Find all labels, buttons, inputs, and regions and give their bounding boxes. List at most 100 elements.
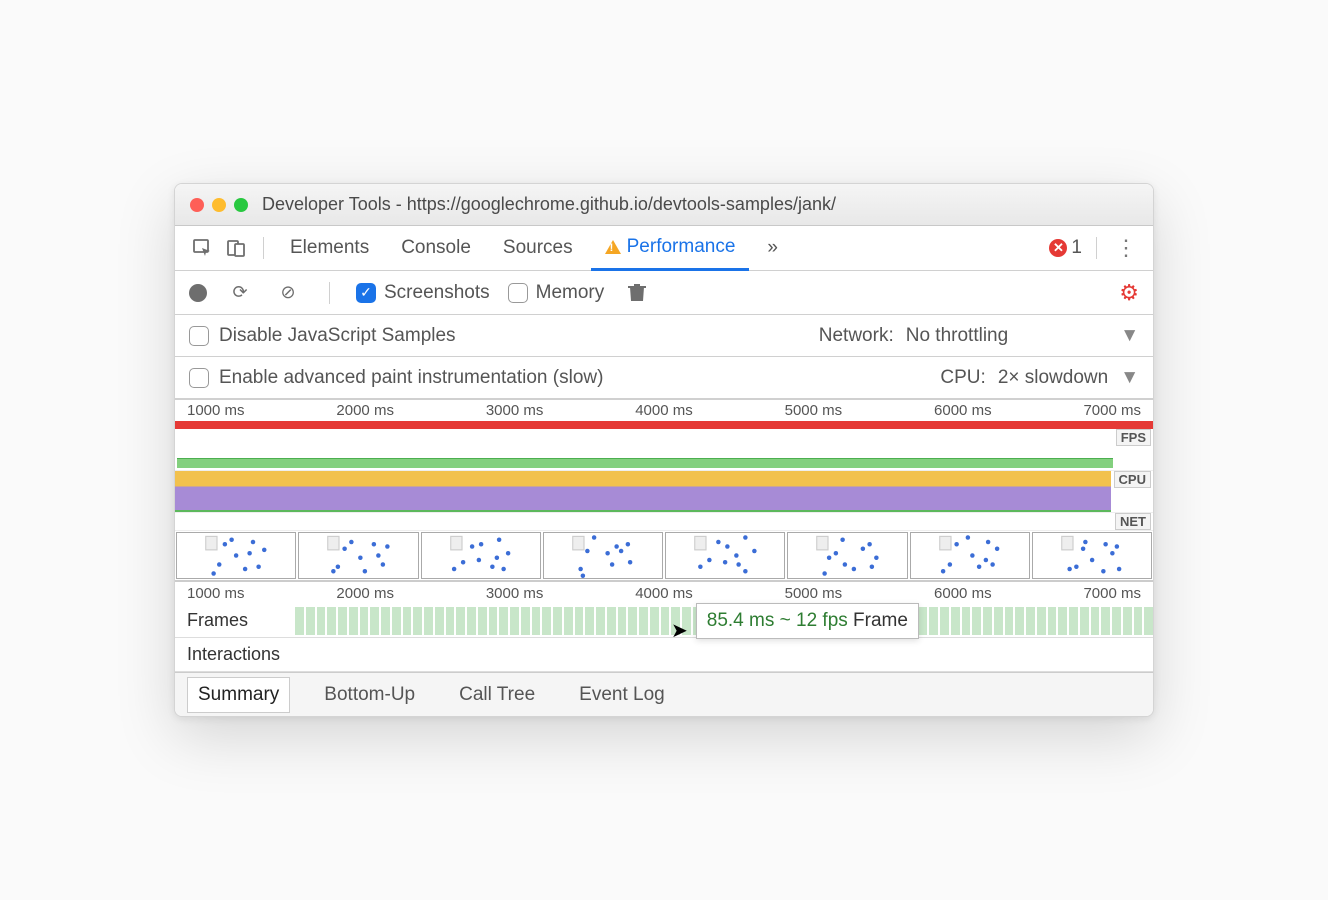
frame-bar[interactable] (435, 607, 444, 635)
screenshot-thumbnail[interactable] (298, 532, 418, 579)
frame-bar[interactable] (1101, 607, 1110, 635)
frame-bar[interactable] (553, 607, 562, 635)
frame-bar[interactable] (725, 607, 734, 635)
frame-bar[interactable] (919, 607, 928, 635)
main-menu-icon[interactable]: ⋮ (1111, 233, 1141, 263)
frame-bar[interactable] (478, 607, 487, 635)
record-button[interactable] (189, 284, 207, 302)
frame-bar[interactable] (424, 607, 433, 635)
frame-bar[interactable] (854, 607, 863, 635)
results-tab-bottom-up[interactable]: Bottom-Up (314, 678, 425, 712)
checkbox-unchecked-icon[interactable] (189, 368, 209, 388)
frame-bar[interactable] (392, 607, 401, 635)
frame-bar[interactable] (790, 607, 799, 635)
flamechart-ruler[interactable]: 1000 ms 2000 ms 3000 ms 4000 ms 5000 ms … (175, 582, 1153, 604)
results-tab-call-tree[interactable]: Call Tree (449, 678, 545, 712)
frame-bar[interactable] (306, 607, 315, 635)
frame-bar[interactable] (962, 607, 971, 635)
screenshot-thumbnail[interactable] (543, 532, 663, 579)
frame-bar[interactable] (1058, 607, 1067, 635)
capture-settings-icon[interactable]: ⚙ (1119, 280, 1139, 306)
frame-bar[interactable] (349, 607, 358, 635)
frame-bar[interactable] (596, 607, 605, 635)
frame-bar[interactable] (650, 607, 659, 635)
frame-bar[interactable] (618, 607, 627, 635)
frame-bar[interactable] (843, 607, 852, 635)
frame-bar[interactable] (1026, 607, 1035, 635)
memory-toggle[interactable]: Memory (508, 282, 605, 304)
frame-bar[interactable] (381, 607, 390, 635)
frame-bar[interactable] (338, 607, 347, 635)
frame-bar[interactable] (994, 607, 1003, 635)
more-tabs-button[interactable]: » (753, 226, 792, 271)
frame-bar[interactable] (757, 607, 766, 635)
frame-bar[interactable] (736, 607, 745, 635)
frame-bar[interactable] (1005, 607, 1014, 635)
frame-bar[interactable] (403, 607, 412, 635)
device-toggle-icon[interactable] (221, 233, 251, 263)
frame-bar[interactable] (446, 607, 455, 635)
results-tab-event-log[interactable]: Event Log (569, 678, 675, 712)
screenshot-thumbnail[interactable] (1032, 532, 1152, 579)
network-throttle-select[interactable]: No throttling (906, 325, 1008, 347)
checkbox-unchecked-icon[interactable] (189, 326, 209, 346)
window-titlebar[interactable]: Developer Tools - https://googlechrome.g… (175, 184, 1153, 226)
frame-bar[interactable] (661, 607, 670, 635)
frame-bar[interactable] (510, 607, 519, 635)
inspect-element-icon[interactable] (187, 233, 217, 263)
screenshot-thumbnail[interactable] (176, 532, 296, 579)
overview-ruler[interactable]: 1000 ms 2000 ms 3000 ms 4000 ms 5000 ms … (175, 399, 1153, 421)
minimize-window-button[interactable] (212, 198, 226, 212)
frames-bars[interactable]: ➤ 85.4 ms ~ 12 fps Frame (295, 607, 1153, 635)
frame-bar[interactable] (327, 607, 336, 635)
frame-bar[interactable] (1048, 607, 1057, 635)
frame-bar[interactable] (360, 607, 369, 635)
interactions-track[interactable]: Interactions (175, 638, 1153, 672)
frame-bar[interactable] (747, 607, 756, 635)
reload-record-icon[interactable]: ⟳ (225, 278, 255, 308)
frame-bar[interactable] (370, 607, 379, 635)
frame-bar[interactable] (886, 607, 895, 635)
frame-bar[interactable] (521, 607, 530, 635)
frame-bar[interactable] (897, 607, 906, 635)
frame-bar[interactable] (607, 607, 616, 635)
tab-performance[interactable]: Performance (591, 226, 750, 271)
frame-bar[interactable] (564, 607, 573, 635)
frame-bar[interactable] (779, 607, 788, 635)
frame-bar[interactable] (1112, 607, 1121, 635)
frame-bar[interactable] (1015, 607, 1024, 635)
frame-bar[interactable] (876, 607, 885, 635)
frame-bar[interactable] (693, 607, 702, 635)
garbage-collect-icon[interactable] (622, 278, 652, 308)
frame-bar[interactable] (542, 607, 551, 635)
frame-bar[interactable] (1144, 607, 1153, 635)
screenshot-thumbnail[interactable] (787, 532, 907, 579)
frame-bar[interactable] (983, 607, 992, 635)
frame-bar[interactable] (940, 607, 949, 635)
frame-bar[interactable] (585, 607, 594, 635)
disable-js-samples-toggle[interactable]: Disable JavaScript Samples (189, 325, 456, 347)
checkbox-checked-icon[interactable]: ✓ (356, 283, 376, 303)
errors-badge[interactable]: ✕ 1 (1049, 237, 1082, 259)
tab-console[interactable]: Console (387, 226, 485, 271)
frame-bar[interactable] (317, 607, 326, 635)
frame-bar[interactable] (833, 607, 842, 635)
frame-bar[interactable] (1134, 607, 1143, 635)
frame-bar[interactable] (1069, 607, 1078, 635)
frame-bar[interactable] (951, 607, 960, 635)
chevron-down-icon[interactable]: ▼ (1120, 325, 1139, 347)
frames-track[interactable]: Frames ➤ 85.4 ms ~ 12 fps Frame (175, 604, 1153, 638)
frame-bar[interactable] (714, 607, 723, 635)
results-tab-summary[interactable]: Summary (187, 677, 290, 713)
frame-bar[interactable] (1037, 607, 1046, 635)
close-window-button[interactable] (190, 198, 204, 212)
frame-bar[interactable] (822, 607, 831, 635)
enable-paint-toggle[interactable]: Enable advanced paint instrumentation (s… (189, 367, 603, 389)
frame-bar[interactable] (682, 607, 691, 635)
frame-bar[interactable] (704, 607, 713, 635)
frame-bar[interactable] (1123, 607, 1132, 635)
screenshot-thumbnail[interactable] (421, 532, 541, 579)
flamechart-pane[interactable]: 1000 ms 2000 ms 3000 ms 4000 ms 5000 ms … (175, 582, 1153, 672)
frame-bar[interactable] (865, 607, 874, 635)
frame-bar[interactable] (929, 607, 938, 635)
